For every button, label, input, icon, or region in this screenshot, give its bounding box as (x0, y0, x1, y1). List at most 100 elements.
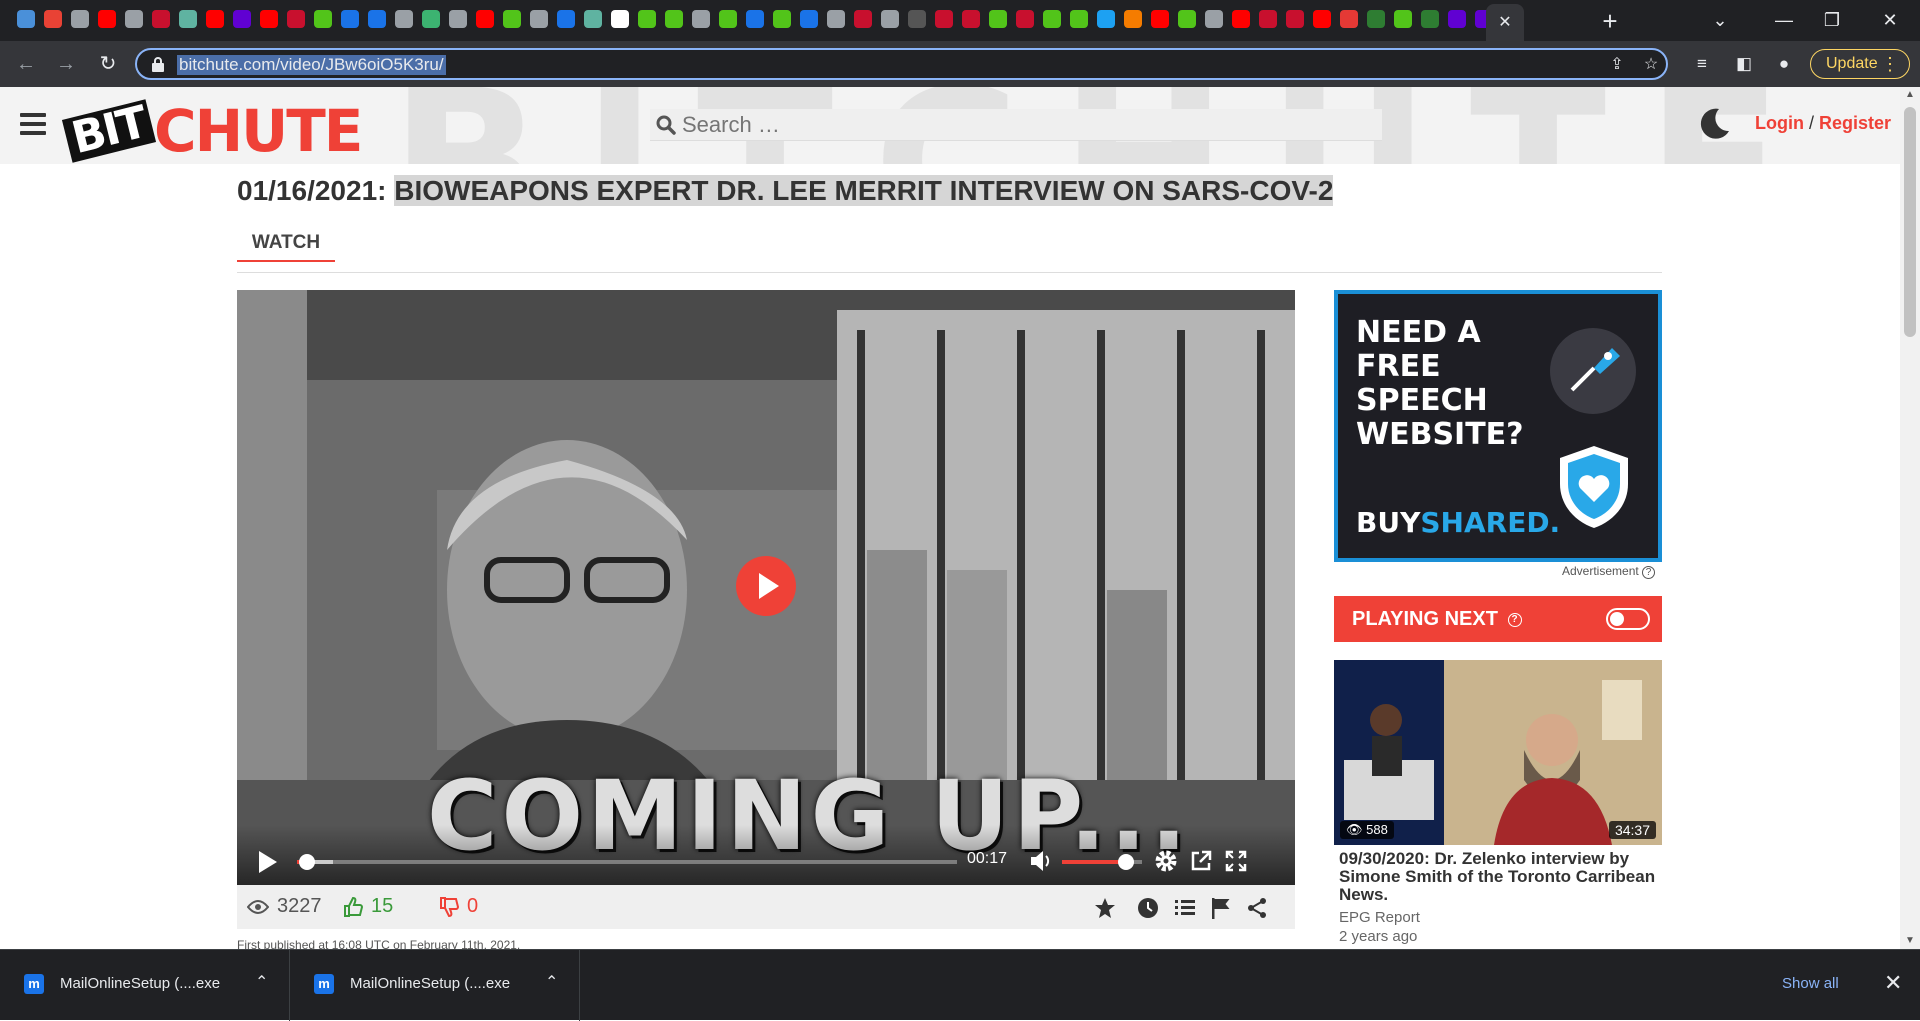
tab-favicon-icon[interactable] (584, 10, 602, 28)
tab-favicon-icon[interactable] (44, 10, 62, 28)
tab-favicon-icon[interactable] (98, 10, 116, 28)
tab-favicon-icon[interactable] (125, 10, 143, 28)
tab-favicon-icon[interactable] (827, 10, 845, 28)
fullscreen-icon[interactable] (1222, 847, 1250, 875)
bookmark-star-icon[interactable]: ☆ (1639, 54, 1663, 76)
scrollbar-thumb[interactable] (1904, 107, 1916, 337)
dark-mode-moon-icon[interactable] (1695, 105, 1731, 141)
update-button[interactable]: Update ⋮ (1810, 49, 1910, 79)
active-tab[interactable]: ✕ (1486, 4, 1524, 41)
share-nodes-icon[interactable] (1245, 896, 1269, 920)
next-video-title[interactable]: 09/30/2020: Dr. Zelenko interview by Sim… (1339, 850, 1657, 904)
tab-favicon-icon[interactable] (692, 10, 710, 28)
tab-favicon-icon[interactable] (206, 10, 224, 28)
settings-gear-icon[interactable] (1152, 847, 1180, 875)
tab-favicon-icon[interactable] (71, 10, 89, 28)
tab-favicon-icon[interactable] (935, 10, 953, 28)
hamburger-menu-icon[interactable] (20, 113, 46, 135)
tab-favicon-icon[interactable] (449, 10, 467, 28)
tab-favicon-icon[interactable] (1286, 10, 1304, 28)
flag-icon[interactable] (1209, 896, 1233, 920)
close-tab-icon[interactable]: ✕ (1498, 14, 1511, 31)
tab-favicon-icon[interactable] (341, 10, 359, 28)
menu-dots-icon[interactable]: ⋮ (1881, 50, 1899, 78)
address-bar[interactable]: bitchute.com/video/JBw6oiO5K3ru/ ⇪ ☆ (135, 48, 1668, 80)
tab-favicon-icon[interactable] (638, 10, 656, 28)
new-tab-button[interactable]: + (1596, 8, 1624, 36)
tab-favicon-icon[interactable] (962, 10, 980, 28)
tab-favicon-icon[interactable] (908, 10, 926, 28)
tab-favicon-icon[interactable] (503, 10, 521, 28)
video-player[interactable]: COMING UP... 00:17 (237, 290, 1295, 885)
tab-favicon-icon[interactable] (1178, 10, 1196, 28)
login-link[interactable]: Login (1755, 113, 1804, 133)
volume-handle[interactable] (1118, 854, 1134, 870)
tab-favicon-icon[interactable] (395, 10, 413, 28)
tab-favicon-icon[interactable] (476, 10, 494, 28)
forward-icon[interactable]: → (52, 50, 80, 78)
tab-favicon-icon[interactable] (260, 10, 278, 28)
favorite-star-icon[interactable] (1093, 896, 1117, 920)
volume-icon[interactable] (1027, 847, 1055, 875)
tab-favicon-icon[interactable] (152, 10, 170, 28)
tab-favicon-icon[interactable] (314, 10, 332, 28)
tab-favicon-icon[interactable] (1043, 10, 1061, 28)
tab-favicon-icon[interactable] (989, 10, 1007, 28)
chevron-up-icon[interactable]: ⌃ (545, 972, 558, 992)
download-item[interactable]: m MailOnlineSetup (....exe ⌃ (290, 950, 580, 1021)
tab-favicon-icon[interactable] (530, 10, 548, 28)
tab-favicon-icon[interactable] (611, 10, 629, 28)
tab-favicon-icon[interactable] (746, 10, 764, 28)
watch-later-clock-icon[interactable] (1136, 896, 1160, 920)
tab-favicon-icon[interactable] (719, 10, 737, 28)
register-link[interactable]: Register (1819, 113, 1891, 133)
tab-favicon-icon[interactable] (557, 10, 575, 28)
profile-icon[interactable]: ● (1772, 52, 1796, 76)
tab-search-icon[interactable]: ⌄ (1698, 6, 1742, 34)
playing-next-help-icon[interactable]: ? (1507, 612, 1522, 627)
close-downloads-icon[interactable]: ✕ (1884, 970, 1902, 996)
page-scrollbar[interactable]: ▲ ▼ (1900, 87, 1920, 949)
tab-favicon-icon[interactable] (179, 10, 197, 28)
share-icon[interactable]: ⇪ (1605, 54, 1629, 76)
reload-icon[interactable]: ↻ (94, 50, 122, 78)
tab-favicon-icon[interactable] (1421, 10, 1439, 28)
next-video-thumbnail[interactable]: 👁 588 34:37 (1334, 660, 1662, 845)
tab-favicon-icon[interactable] (1340, 10, 1358, 28)
url-text[interactable]: bitchute.com/video/JBw6oiO5K3ru/ (177, 55, 446, 75)
tab-favicon-icon[interactable] (665, 10, 683, 28)
search-icon[interactable] (656, 115, 676, 135)
tab-favicon-icon[interactable] (422, 10, 440, 28)
restore-icon[interactable]: ❐ (1810, 6, 1854, 34)
tab-favicon-icon[interactable] (773, 10, 791, 28)
chevron-up-icon[interactable]: ⌃ (255, 972, 268, 992)
like-button[interactable]: 15 (343, 895, 393, 918)
tab-favicon-icon[interactable] (17, 10, 35, 28)
tab-favicon-icon[interactable] (233, 10, 251, 28)
tab-favicon-icon[interactable] (1124, 10, 1142, 28)
tab-favicon-icon[interactable] (1259, 10, 1277, 28)
tab-favicon-icon[interactable] (1367, 10, 1385, 28)
popout-icon[interactable] (1187, 847, 1215, 875)
playlist-icon[interactable] (1173, 896, 1197, 920)
tab-favicon-icon[interactable] (881, 10, 899, 28)
tab-favicon-icon[interactable] (1394, 10, 1412, 28)
tab-favicon-icon[interactable] (1097, 10, 1115, 28)
side-panel-icon[interactable]: ◧ (1732, 52, 1756, 76)
minimize-icon[interactable]: — (1762, 6, 1806, 34)
search-input[interactable] (682, 109, 1372, 141)
tab-favicon-icon[interactable] (854, 10, 872, 28)
tab-favicon-icon[interactable] (800, 10, 818, 28)
advertisement-banner[interactable]: NEED A FREE SPEECH WEBSITE? BUYSHARED. (1334, 290, 1662, 562)
tab-favicon-icon[interactable] (1448, 10, 1466, 28)
tab-favicon-icon[interactable] (1232, 10, 1250, 28)
next-video-channel[interactable]: EPG Report (1339, 909, 1420, 926)
tab-favicon-icon[interactable] (1151, 10, 1169, 28)
tab-favicon-icon[interactable] (1070, 10, 1088, 28)
dislike-button[interactable]: 0 (439, 895, 478, 918)
progress-bar[interactable] (297, 854, 957, 870)
reading-list-icon[interactable]: ≡ (1690, 52, 1714, 76)
ad-help-icon[interactable]: ? (1642, 566, 1656, 579)
progress-handle[interactable] (298, 854, 315, 870)
show-all-downloads-button[interactable]: Show all (1782, 975, 1839, 992)
